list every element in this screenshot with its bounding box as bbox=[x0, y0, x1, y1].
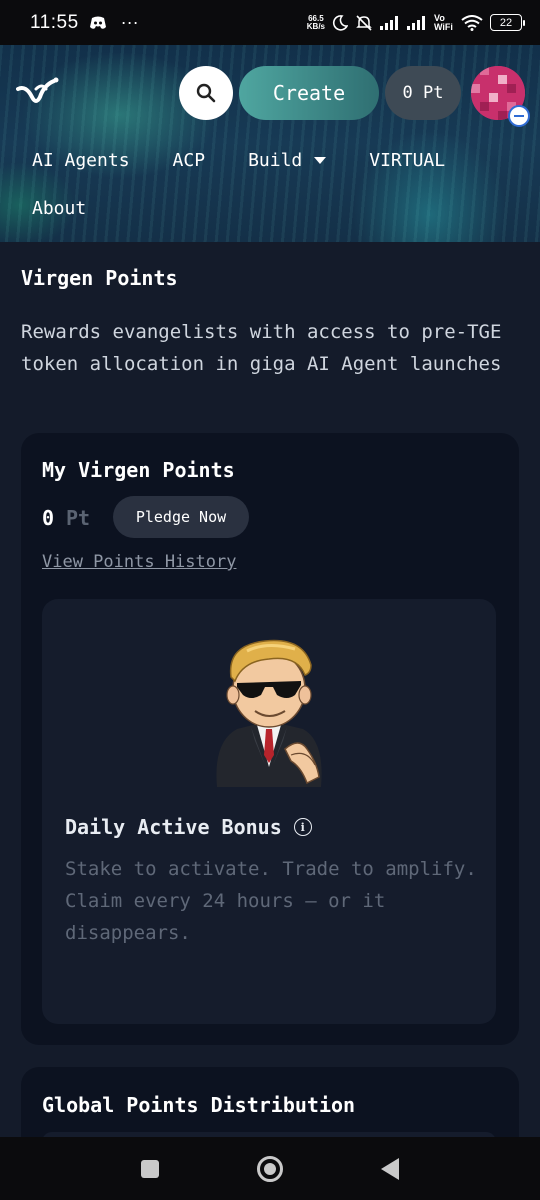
info-icon[interactable]: i bbox=[293, 818, 312, 836]
clock: 11:55 bbox=[30, 11, 79, 33]
nav-item-acp[interactable]: ACP bbox=[173, 150, 206, 171]
daily-bonus-description: Stake to activate. Trade to amplify. Cla… bbox=[65, 853, 485, 949]
nav-item-virtual[interactable]: VIRTUAL bbox=[369, 150, 445, 171]
chevron-down-icon bbox=[314, 156, 327, 164]
search-icon bbox=[196, 83, 216, 103]
home-nav-icon[interactable] bbox=[257, 1155, 283, 1182]
nav-item-about[interactable]: About bbox=[32, 198, 86, 219]
daily-bonus-title: Daily Active Bonus i bbox=[65, 815, 312, 839]
signal-icon bbox=[380, 15, 398, 30]
nav-item-build[interactable]: Build bbox=[248, 149, 327, 171]
square-nav-icon[interactable] bbox=[141, 1159, 159, 1178]
signal-icon-2 bbox=[407, 15, 425, 30]
daily-bonus-line-1: Stake to activate. Trade to amplify. bbox=[65, 858, 477, 880]
points-unit: Pt bbox=[66, 506, 91, 530]
points-balance-button[interactable]: 0 Pt bbox=[385, 66, 461, 120]
battery-icon: 22 bbox=[490, 14, 525, 31]
view-points-history-link[interactable]: View Points History bbox=[42, 552, 236, 572]
points-value: 0 bbox=[42, 506, 55, 530]
global-distribution-title: Global Points Distribution bbox=[42, 1093, 356, 1117]
virtuals-logo-icon[interactable] bbox=[16, 75, 60, 109]
discord-icon bbox=[89, 16, 106, 29]
pledge-now-button[interactable]: Pledge Now bbox=[113, 496, 249, 538]
vowifi-label: Vo WiFi bbox=[434, 12, 453, 32]
main-nav: AI Agents ACP Build VIRTUAL About bbox=[32, 146, 512, 222]
system-nav-bar bbox=[0, 1137, 540, 1200]
mascot-illustration bbox=[216, 639, 322, 787]
back-nav-icon[interactable] bbox=[381, 1157, 399, 1180]
moon-icon bbox=[332, 14, 348, 31]
wifi-icon bbox=[461, 14, 483, 31]
my-points-card: My Virgen Points 0 Pt Pledge Now View Po… bbox=[21, 433, 519, 1045]
create-button[interactable]: Create bbox=[239, 66, 379, 120]
avatar-status-badge bbox=[508, 105, 530, 127]
nav-item-build-label: Build bbox=[248, 149, 303, 171]
search-button[interactable] bbox=[179, 66, 233, 120]
more-notifications: ··· bbox=[120, 12, 139, 32]
network-speed: 66.5 KB/s bbox=[306, 13, 325, 31]
page-title: Virgen Points bbox=[21, 266, 178, 290]
my-points-title: My Virgen Points bbox=[42, 458, 235, 482]
mute-icon bbox=[356, 14, 372, 31]
daily-bonus-panel: Daily Active Bonus i Stake to activate. … bbox=[42, 599, 496, 1024]
status-bar: 11:55 ··· 66.5 KB/s Vo WiFi 22 bbox=[0, 0, 540, 45]
site-header: Create 0 Pt AI Agents ACP Build VIRTUAL … bbox=[0, 45, 540, 242]
daily-bonus-title-text: Daily Active Bonus bbox=[65, 815, 282, 839]
page-description: Rewards evangelists with access to pre-T… bbox=[21, 321, 502, 375]
daily-bonus-line-2: Claim every 24 hours — or it disappears. bbox=[65, 890, 386, 944]
nav-item-ai-agents[interactable]: AI Agents bbox=[32, 150, 130, 171]
